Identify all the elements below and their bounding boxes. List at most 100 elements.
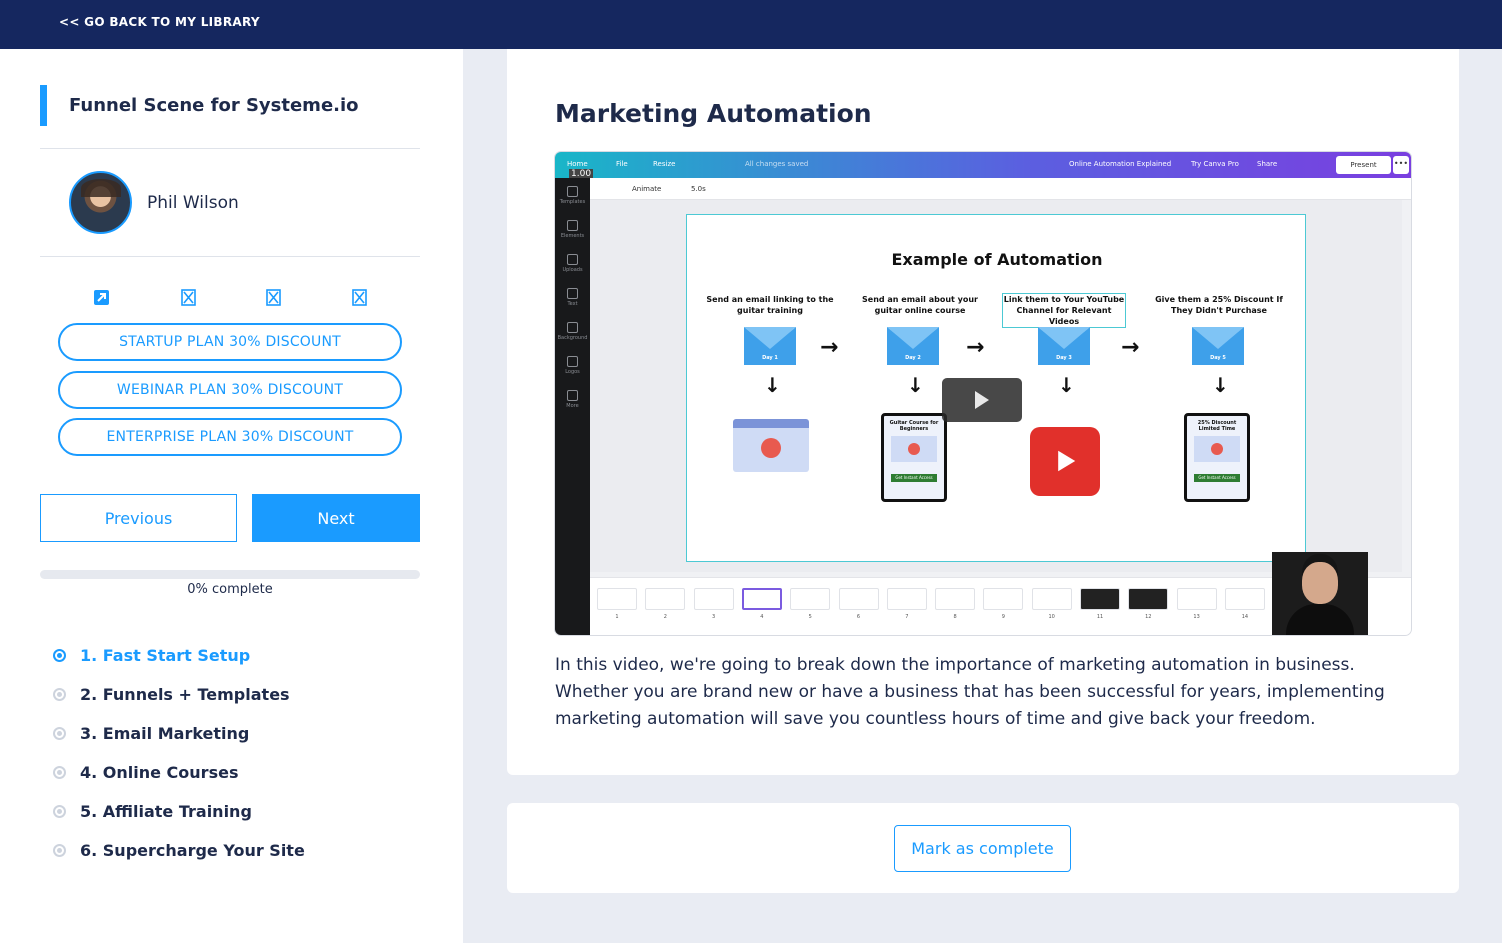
arrow-down-icon: ↓: [1212, 373, 1229, 397]
side-item: Templates: [555, 178, 590, 212]
editor-toolbar: Animate 5.0s: [590, 178, 1411, 200]
share-label: Share: [1257, 160, 1278, 168]
day-label: Day 3: [1056, 355, 1072, 361]
author-block: Phil Wilson: [69, 171, 239, 234]
broken-image-icon[interactable]: [180, 289, 197, 306]
youtube-icon: [1030, 427, 1100, 496]
social-links: [93, 289, 373, 309]
step-text: Give them a 25% Discount If They Didn't …: [1155, 295, 1283, 315]
slide-title: Example of Automation: [891, 250, 1103, 269]
lesson-card: Marketing Automation Home File Resize Al…: [507, 49, 1459, 775]
slide-number: 6: [856, 614, 861, 620]
module-status-icon: [53, 688, 66, 701]
previous-button[interactable]: Previous: [40, 494, 237, 542]
module-item[interactable]: 2. Funnels + Templates: [53, 685, 290, 704]
module-item[interactable]: 6. Supercharge Your Site: [53, 841, 305, 860]
side-item: Logos: [555, 348, 590, 382]
broken-image-icon[interactable]: [351, 289, 368, 306]
slide-thumbnail: [1224, 588, 1265, 610]
slide-thumbnail: [935, 588, 976, 610]
doc-title: Online Automation Explained: [1069, 160, 1172, 168]
phone-title: Guitar Course for Beginners: [889, 420, 939, 432]
phone-title: 25% Discount Limited Time: [1197, 420, 1237, 432]
module-item[interactable]: 1. Fast Start Setup: [53, 646, 250, 665]
slide-number: 14: [1241, 614, 1249, 620]
slide-number: 1: [615, 614, 619, 620]
slide-number: 11: [1096, 614, 1104, 620]
next-button[interactable]: Next: [252, 494, 420, 542]
slide-number: 9: [1001, 614, 1005, 620]
arrow-down-icon: ↓: [907, 373, 924, 397]
more-icon: •••: [1393, 156, 1409, 174]
animate-label: Animate: [632, 185, 662, 193]
module-item[interactable]: 4. Online Courses: [53, 763, 238, 782]
try-pro-label: Try Canva Pro: [1191, 160, 1239, 168]
arrow-down-icon: ↓: [764, 373, 781, 397]
divider: [40, 148, 420, 149]
module-status-icon: [53, 766, 66, 779]
slide-thumbnail: [645, 588, 686, 610]
broken-image-icon[interactable]: [265, 289, 282, 306]
module-label: 6. Supercharge Your Site: [80, 841, 305, 860]
slide-number: 5: [808, 614, 812, 620]
video-player[interactable]: Home File Resize All changes saved Onlin…: [555, 152, 1411, 635]
slide-thumbnail: [1128, 588, 1169, 610]
enterprise-plan-button[interactable]: ENTERPRISE PLAN 30% DISCOUNT: [58, 418, 402, 456]
slide-thumbnail: [1176, 588, 1217, 610]
side-item: Text: [555, 280, 590, 314]
top-bar: << GO BACK TO MY LIBRARY: [0, 0, 1502, 49]
divider: [40, 256, 420, 257]
play-icon[interactable]: [942, 378, 1022, 422]
day-label: Day 2: [905, 355, 921, 361]
author-name: Phil Wilson: [147, 192, 239, 213]
slide-thumbnail: [597, 588, 637, 610]
slide-number: 8: [953, 614, 957, 620]
side-item: More: [555, 382, 590, 416]
phone-button: Get Instant Access: [1194, 474, 1240, 482]
slide-thumbnail: [693, 588, 734, 610]
avatar: [69, 171, 132, 234]
module-item[interactable]: 3. Email Marketing: [53, 724, 249, 743]
resize-label: Resize: [653, 160, 676, 168]
step-text: Send an email about your guitar online c…: [862, 295, 978, 315]
present-button: Present: [1336, 156, 1391, 174]
slide-number: 13: [1193, 614, 1200, 620]
module-status-icon: [53, 649, 66, 662]
module-label: 2. Funnels + Templates: [80, 685, 290, 704]
editor-side-panel: Templates Elements Uploads Text Backgrou…: [555, 178, 590, 635]
slide-number: 10: [1048, 614, 1055, 620]
external-link-icon[interactable]: [93, 289, 110, 306]
phone-video-icon: [891, 436, 937, 462]
module-item[interactable]: 5. Affiliate Training: [53, 802, 252, 821]
lesson-description: In this video, we're going to break down…: [555, 655, 1385, 729]
webinar-plan-button[interactable]: WEBINAR PLAN 30% DISCOUNT: [58, 371, 402, 409]
complete-card: Mark as complete: [507, 803, 1459, 893]
phone-mockup: 25% Discount Limited Time Get Instant Ac…: [1184, 413, 1250, 502]
module-status-icon: [53, 844, 66, 857]
slide-number: 4: [760, 614, 764, 620]
home-label: Home: [567, 160, 588, 168]
side-item: Elements: [555, 212, 590, 246]
progress-label: 0% complete: [187, 582, 273, 597]
back-to-library-link[interactable]: << GO BACK TO MY LIBRARY: [59, 15, 260, 29]
phone-button: Get Instant Access: [891, 474, 937, 482]
arrow-right-icon: →: [966, 335, 985, 360]
side-item: Background: [555, 314, 590, 348]
phone-video-icon: [1194, 436, 1240, 462]
module-status-icon: [53, 727, 66, 740]
slide-thumbnail: [886, 588, 927, 610]
editor-top-bar: Home File Resize All changes saved Onlin…: [555, 152, 1411, 179]
startup-plan-button[interactable]: STARTUP PLAN 30% DISCOUNT: [58, 323, 402, 361]
side-item: Uploads: [555, 246, 590, 280]
slide-thumbnail: [1031, 588, 1072, 610]
presenter-webcam: [1272, 552, 1368, 635]
module-label: 5. Affiliate Training: [80, 802, 252, 821]
progress-bar: [40, 570, 420, 579]
browser-video-icon: [733, 419, 809, 472]
step-text: Send an email linking to the guitar trai…: [706, 295, 834, 315]
arrow-down-icon: ↓: [1058, 373, 1075, 397]
course-title: Funnel Scene for Systeme.io: [69, 95, 359, 116]
duration-label: 5.0s: [691, 185, 706, 193]
mark-complete-button[interactable]: Mark as complete: [894, 825, 1071, 872]
slide-number: 12: [1145, 614, 1152, 620]
